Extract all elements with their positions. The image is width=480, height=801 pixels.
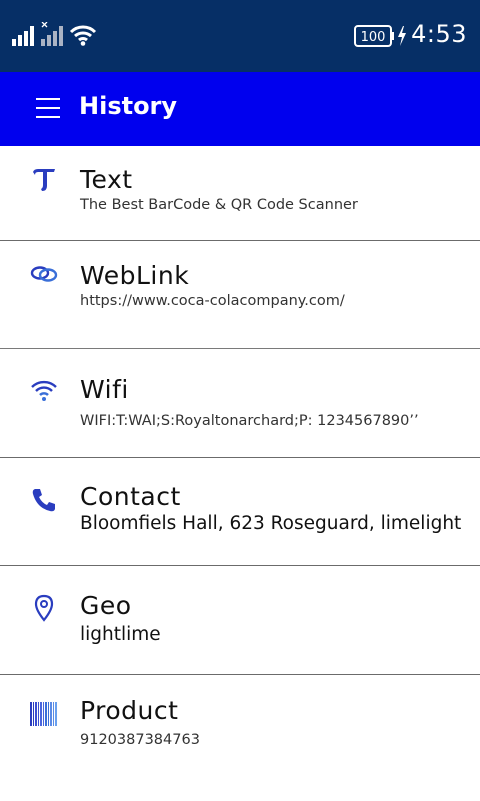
history-item-value: 9120387384763 <box>80 732 200 748</box>
history-item-value: lightlime <box>80 624 161 645</box>
history-item-title: Text <box>80 165 133 194</box>
clock-time: 4:53 <box>411 20 467 48</box>
history-item-title: Contact <box>80 482 181 511</box>
phone-icon <box>32 489 55 512</box>
location-pin-icon <box>34 594 54 622</box>
text-icon <box>33 169 55 191</box>
history-item-geo[interactable]: Geo lightlime <box>0 566 480 675</box>
history-item-wifi[interactable]: Wifi WIFI:T:WAI;S:Royaltonarchard;P: 123… <box>0 349 480 458</box>
history-item-title: WebLink <box>80 261 190 290</box>
history-list: Text The Best BarCode & QR Code Scanner … <box>0 146 480 785</box>
app-bar: History <box>0 72 480 146</box>
history-item-title: Geo <box>80 591 132 620</box>
page-title: History <box>79 92 178 120</box>
wifi-status-icon <box>69 25 97 46</box>
no-signal-icon <box>41 22 63 46</box>
barcode-icon <box>30 702 57 726</box>
link-icon <box>30 266 58 282</box>
history-item-product[interactable]: Product 9120387384763 <box>0 675 480 785</box>
history-item-title: Wifi <box>80 375 129 404</box>
signal-strength-icon <box>12 26 34 46</box>
history-item-value: Bloomfiels Hall, 623 Roseguard, limeligh… <box>80 513 462 534</box>
history-item-value: WIFI:T:WAI;S:Royaltonarchard;P: 12345678… <box>80 413 419 429</box>
history-item-text[interactable]: Text The Best BarCode & QR Code Scanner <box>0 146 480 241</box>
history-item-contact[interactable]: Contact Bloomfiels Hall, 623 Roseguard, … <box>0 458 480 566</box>
hamburger-menu-icon[interactable] <box>36 98 60 120</box>
status-bar: 100 4:53 <box>0 0 480 72</box>
history-item-title: Product <box>80 696 179 725</box>
wifi-icon <box>31 380 57 401</box>
battery-icon: 100 <box>354 25 406 47</box>
history-item-value: https://www.coca-colacompany.com/ <box>80 293 345 309</box>
history-item-weblink[interactable]: WebLink https://www.coca-colacompany.com… <box>0 241 480 349</box>
battery-level: 100 <box>361 30 386 45</box>
history-item-value: The Best BarCode & QR Code Scanner <box>80 197 358 213</box>
